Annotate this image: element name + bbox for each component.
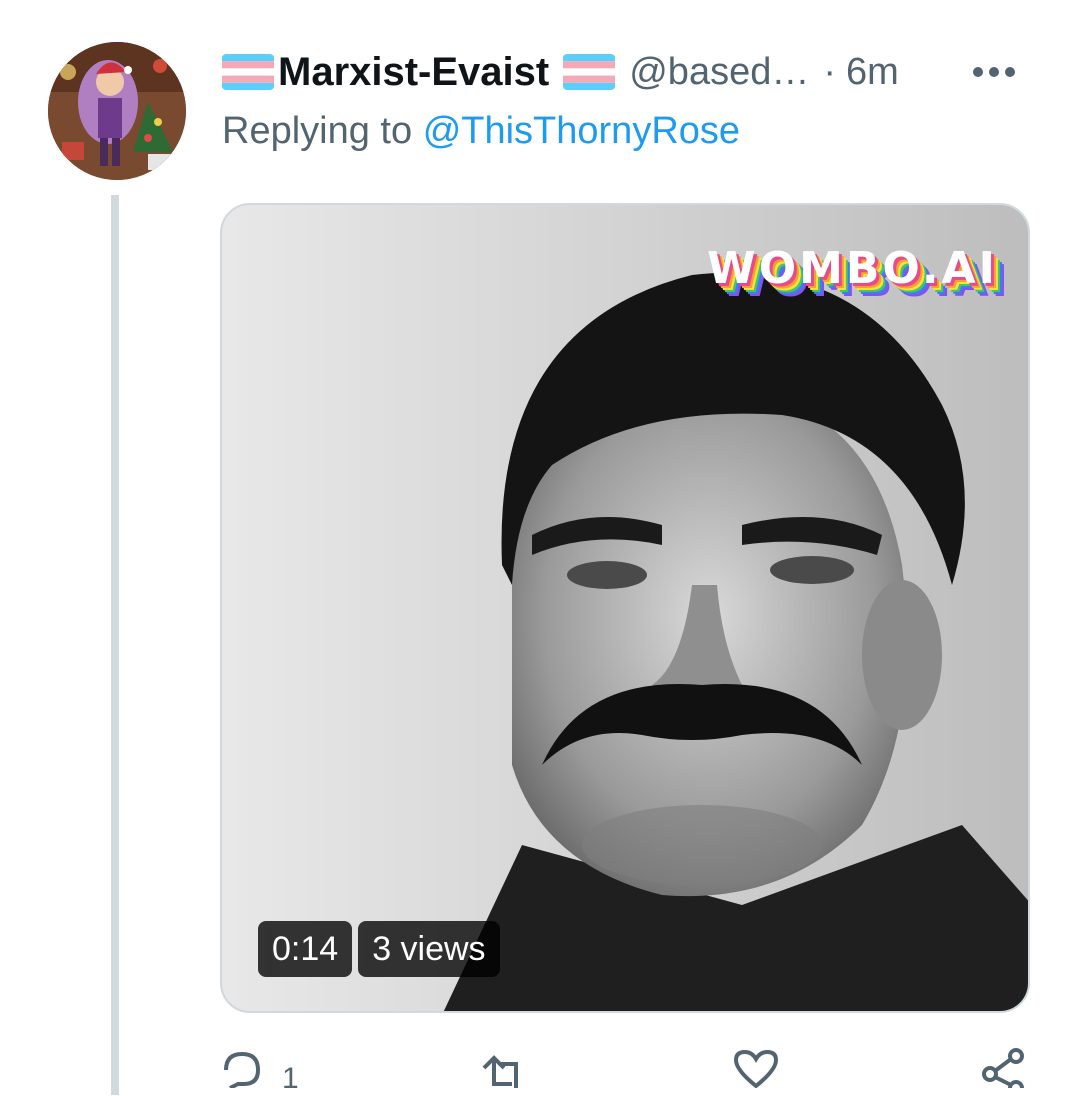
video-player[interactable]: WOMBO.AI 0:14 3 views <box>220 203 1030 1013</box>
video-views: 3 views <box>358 921 500 977</box>
timestamp[interactable]: 6m <box>846 51 899 94</box>
tweet-actions: 1 <box>220 1048 1040 1096</box>
share-icon <box>980 1048 1028 1096</box>
reply-button[interactable]: 1 <box>220 1048 299 1096</box>
video-frame <box>222 205 1028 1011</box>
thread-connector <box>111 195 119 1095</box>
retweet-icon <box>480 1048 530 1093</box>
video-duration: 0:14 <box>258 921 353 977</box>
more-icon[interactable] <box>964 48 1024 96</box>
replying-to: Replying to @ThisThornyRose <box>222 110 740 153</box>
watermark-wombo: WOMBO.AI <box>707 243 998 294</box>
reply-prefix: Replying to <box>222 110 413 152</box>
like-icon <box>732 1048 780 1093</box>
share-button[interactable] <box>980 1048 1028 1096</box>
tweet-header: Marxist-Evaist @based… · 6m <box>222 48 1040 96</box>
reply-to-link[interactable]: @ThisThornyRose <box>423 110 740 152</box>
trans-flag-icon <box>222 54 274 90</box>
reply-count: 1 <box>282 1062 299 1095</box>
like-button[interactable] <box>732 1048 780 1093</box>
separator-dot: · <box>823 50 837 93</box>
video-overlay: 0:14 3 views <box>258 921 500 977</box>
reply-icon <box>220 1048 264 1093</box>
trans-flag-icon <box>563 54 616 90</box>
retweet-button[interactable] <box>480 1048 530 1093</box>
user-handle[interactable]: @based… <box>629 51 809 94</box>
display-name[interactable]: Marxist-Evaist <box>278 50 549 95</box>
avatar[interactable] <box>48 42 186 180</box>
